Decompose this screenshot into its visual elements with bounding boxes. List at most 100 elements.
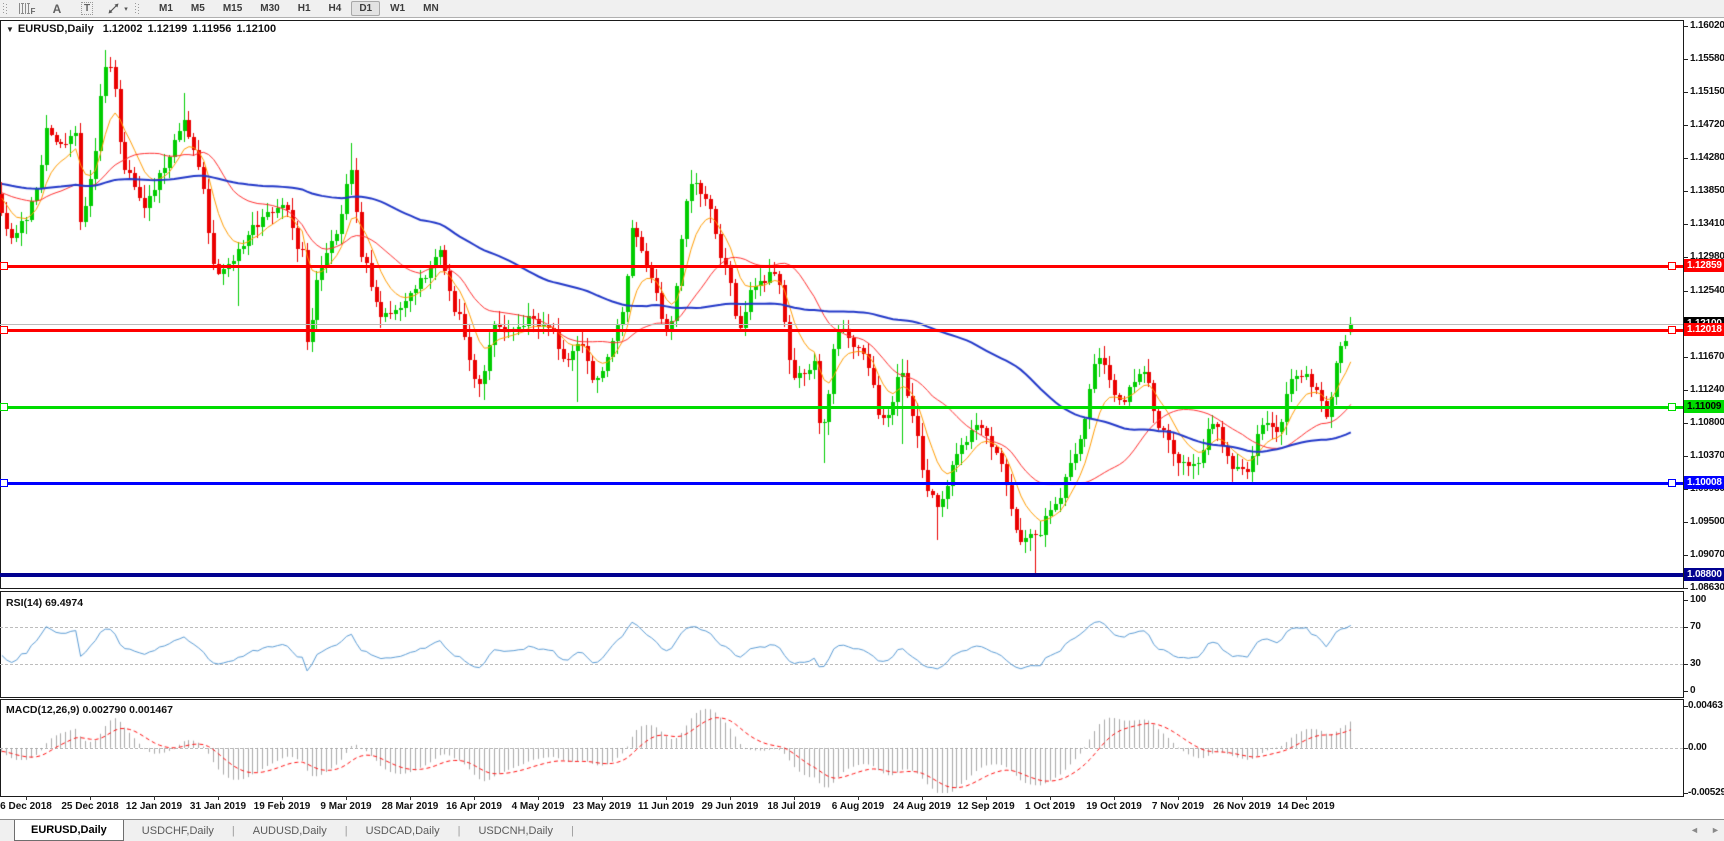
rsi-level-label: 0 [1690,685,1695,696]
rsi-level-label: 70 [1690,621,1701,632]
date-label: 12 Jan 2019 [126,801,182,812]
horizontal-line[interactable] [0,265,1683,268]
horizontal-line[interactable] [0,329,1683,332]
time-tick-mark [922,796,923,800]
tab-usdchf[interactable]: USDCHF,Daily [124,820,232,841]
date-label: 11 Jun 2019 [638,801,694,812]
ohlc-open: 1.12002 [103,23,143,35]
line-handle-right[interactable] [1668,326,1676,334]
toolbar-grip-2[interactable] [135,3,140,15]
date-label: 31 Jan 2019 [190,801,246,812]
tab-usdcnh[interactable]: USDCNH,Daily [460,820,571,841]
line-handle-right[interactable] [1668,262,1676,270]
date-label: 18 Jul 2019 [767,801,820,812]
price-tick-mark [1683,158,1688,159]
price-tag: 1.08800 [1684,568,1724,581]
horizontal-line[interactable] [0,406,1683,409]
price-tick-label: 1.14720 [1690,119,1724,130]
date-label: 6 Aug 2019 [832,801,884,812]
date-label: 14 Dec 2019 [1277,801,1334,812]
tab-scroll-left[interactable]: ◄ [1690,825,1699,835]
price-tick-label: 1.12540 [1690,285,1724,296]
date-label: 26 Nov 2019 [1213,801,1271,812]
date-label: 6 Dec 2018 [0,801,52,812]
horizontal-line[interactable] [0,573,1683,577]
price-tick-label: 1.13850 [1690,185,1724,196]
rsi-tick-mark [1683,664,1688,665]
timeframe-h4[interactable]: H4 [321,1,350,16]
price-tick-mark [1683,555,1688,556]
rsi-level-label: 30 [1690,658,1701,669]
date-label: 16 Apr 2019 [446,801,502,812]
time-tick-mark [410,796,411,800]
tab-audusd[interactable]: AUDUSD,Daily [235,820,345,841]
fibonacci-icon [19,3,30,14]
line-handle-right[interactable] [1668,479,1676,487]
tab-scroll-right[interactable]: ► [1711,825,1720,835]
time-tick-mark [730,796,731,800]
price-tick-mark [1683,291,1688,292]
macd-canvas[interactable] [0,700,1683,795]
price-tick-label: 1.08630 [1690,582,1724,593]
time-tick-mark [282,796,283,800]
line-handle-left[interactable] [0,262,8,270]
toolbar: F A T ▾ M1M5M15M30H1H4D1W1MN [0,0,1724,18]
line-handle-left[interactable] [0,479,8,487]
timeframe-h1[interactable]: H1 [290,1,319,16]
time-tick-mark [474,796,475,800]
time-tick-mark [602,796,603,800]
toolbar-grip[interactable] [3,3,8,15]
horizontal-line[interactable] [0,482,1683,485]
timeframe-mn[interactable]: MN [415,1,447,16]
timeframe-buttons: M1M5M15M30H1H4D1W1MN [150,1,448,16]
text-label-tool-button[interactable]: A [45,1,69,16]
date-label: 19 Oct 2019 [1086,801,1142,812]
tab-usdcad[interactable]: USDCAD,Daily [348,820,458,841]
fibonacci-icon-letter: F [31,7,36,16]
date-label: 29 Jun 2019 [702,801,759,812]
price-tick-mark [1683,588,1688,589]
time-tick-mark [986,796,987,800]
dropdown-caret-icon: ▾ [124,5,128,13]
time-tick-mark [538,796,539,800]
date-label: 7 Nov 2019 [1152,801,1204,812]
price-tick-mark [1683,224,1688,225]
price-tick-label: 1.10370 [1690,450,1724,461]
chart-title: ▼EURUSD,Daily1.120021.121991.119561.1210… [6,23,276,35]
timeframe-m30[interactable]: M30 [252,1,287,16]
line-handle-right[interactable] [1668,403,1676,411]
rsi-tick-mark [1683,691,1688,692]
symbol-dropdown-icon[interactable]: ▼ [6,25,14,34]
line-handle-left[interactable] [0,403,8,411]
date-label: 25 Dec 2018 [61,801,118,812]
time-tick-mark [1178,796,1179,800]
price-tick-mark [1683,257,1688,258]
price-tick-label: 1.11240 [1690,384,1724,395]
timeframe-m15[interactable]: M15 [215,1,250,16]
cursor-tool-button[interactable]: ▾ [105,1,129,16]
main-chart-canvas[interactable] [0,21,1683,588]
timeframe-m1[interactable]: M1 [151,1,181,16]
fibonacci-tool-button[interactable]: F [15,1,39,16]
time-tick-mark [1050,796,1051,800]
rsi-tick-mark [1683,627,1688,628]
chart-tab-bar: EURUSD,DailyUSDCHF,Daily|AUDUSD,Daily|US… [0,819,1724,841]
text-box-icon: T [81,2,93,15]
date-label: 28 Mar 2019 [382,801,439,812]
timeframe-w1[interactable]: W1 [382,1,413,16]
text-box-tool-button[interactable]: T [75,1,99,16]
timeframe-d1[interactable]: D1 [351,1,380,16]
rsi-canvas[interactable] [0,592,1683,697]
price-tick-mark [1683,92,1688,93]
price-tick-mark [1683,456,1688,457]
price-tick-label: 1.15580 [1690,53,1724,64]
time-tick-mark [154,796,155,800]
date-label: 12 Sep 2019 [957,801,1014,812]
tab-separator: | [571,820,574,841]
line-handle-left[interactable] [0,326,8,334]
price-tick-mark [1683,125,1688,126]
tab-eurusd[interactable]: EURUSD,Daily [14,820,124,841]
time-tick-mark [1114,796,1115,800]
timeframe-m5[interactable]: M5 [183,1,213,16]
price-tick-mark [1683,489,1688,490]
